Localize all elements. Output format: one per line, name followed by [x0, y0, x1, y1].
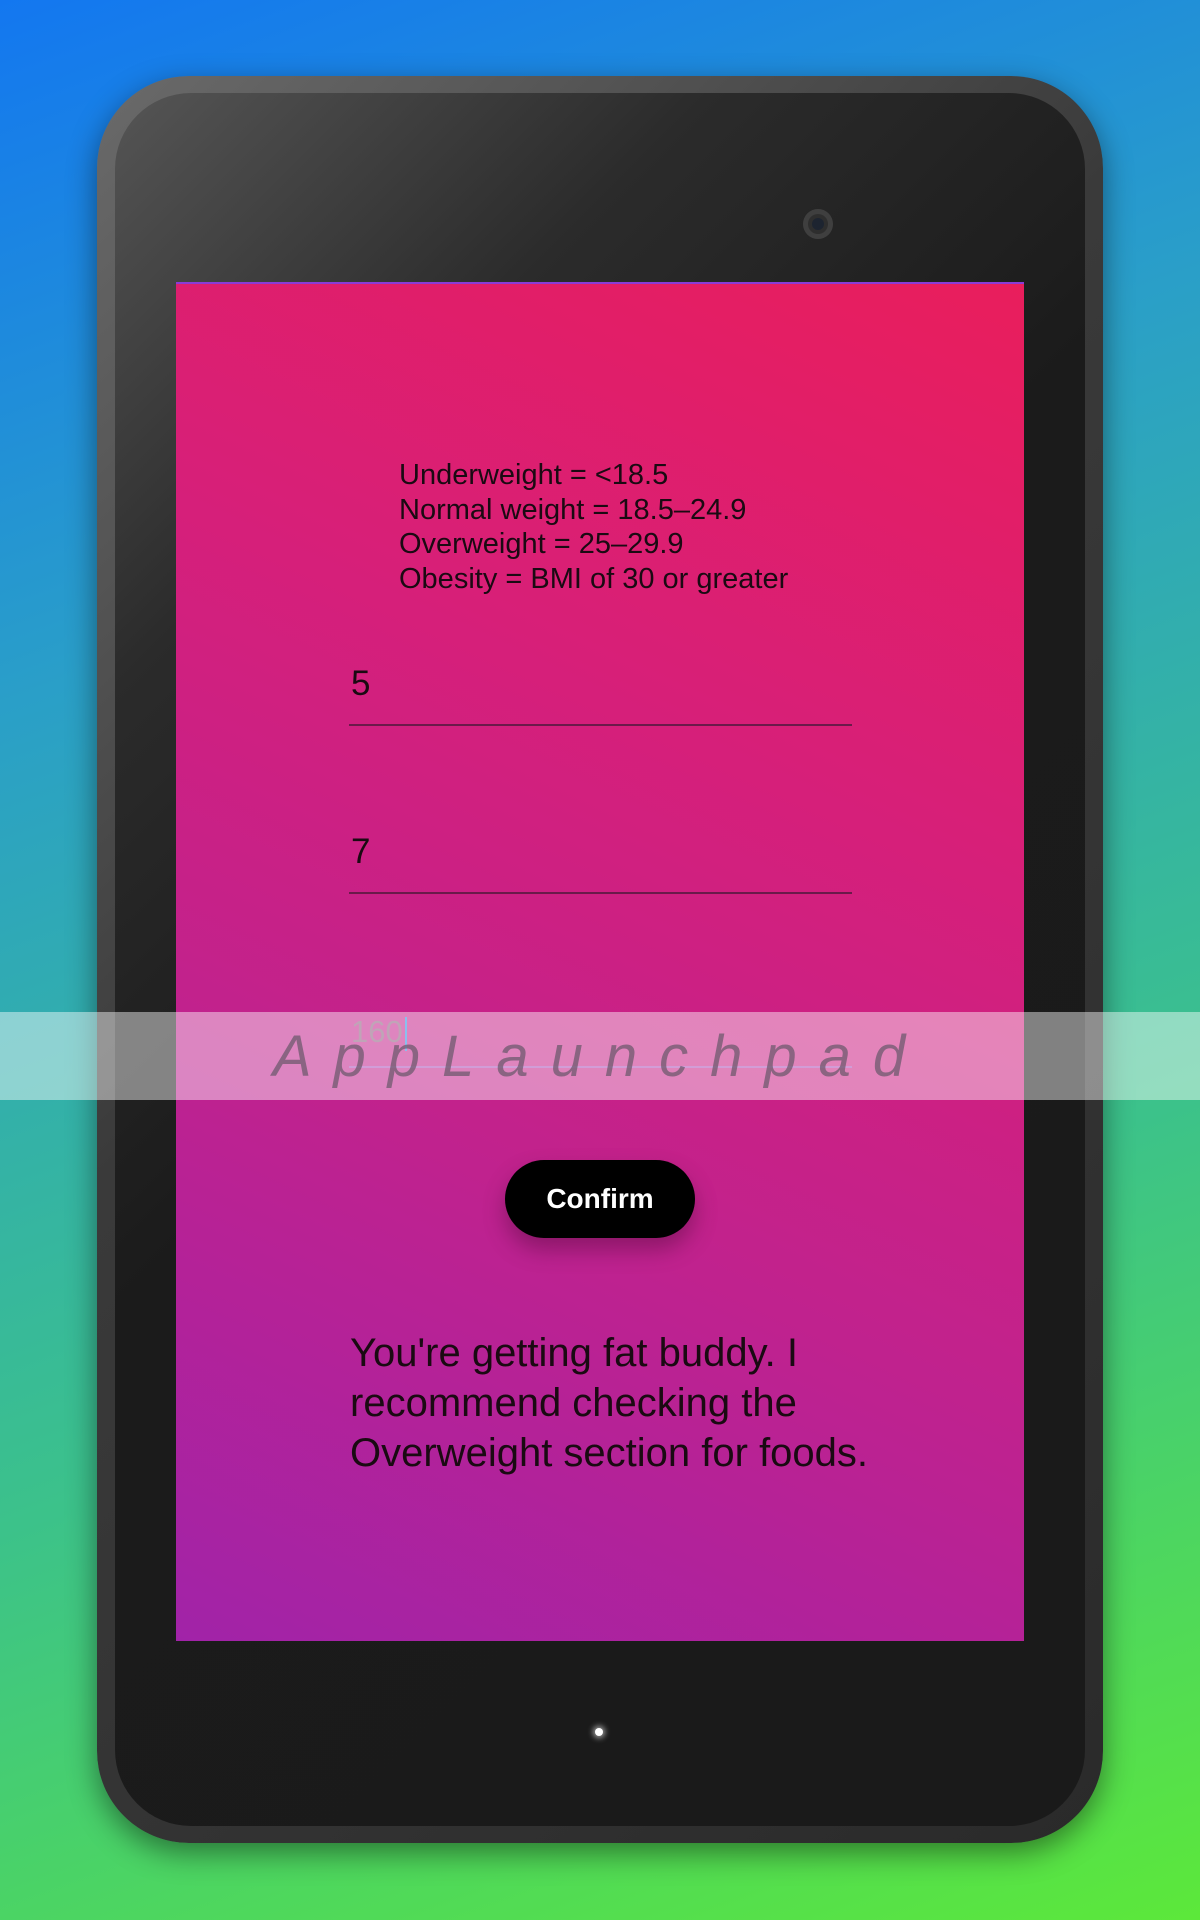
feet-underline: [349, 724, 852, 726]
bmi-range-normal: Normal weight = 18.5–24.9: [399, 493, 747, 526]
result-message: You're getting fat buddy. I recommend ch…: [350, 1331, 869, 1475]
inches-value: 7: [351, 832, 371, 871]
camera-icon: [803, 209, 833, 239]
bmi-range-obesity: Obesity = BMI of 30 or greater: [399, 562, 789, 595]
bmi-range-overweight: Overweight = 25–29.9: [399, 528, 684, 560]
app-screen: Underweight = <18.5 Normal weight = 18.5…: [176, 282, 1024, 1641]
confirm-button[interactable]: Confirm: [505, 1160, 695, 1238]
bmi-range-underweight: Underweight = <18.5: [399, 459, 669, 491]
bmi-ranges: Underweight = <18.5 Normal weight = 18.5…: [399, 458, 788, 596]
inches-field[interactable]: 7: [349, 832, 852, 894]
inches-underline: [349, 892, 852, 894]
feet-field[interactable]: 5: [349, 664, 852, 726]
watermark: AppLaunchpad: [272, 1023, 928, 1089]
feet-value: 5: [351, 664, 371, 703]
home-indicator: [595, 1728, 603, 1736]
